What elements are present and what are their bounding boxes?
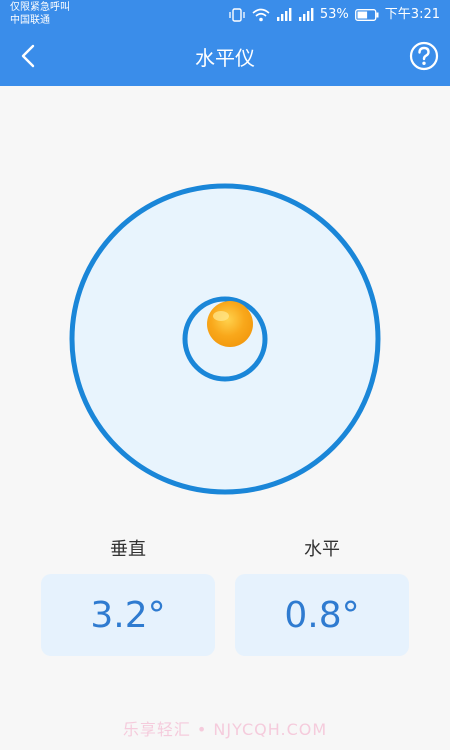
- signal-icon: [298, 8, 314, 22]
- carrier-line1: 仅限紧急呼叫: [10, 2, 70, 13]
- horizontal-value: 0.8°: [284, 594, 360, 636]
- app-bar: 水平仪: [0, 30, 450, 86]
- vertical-value-box: 3.2°: [41, 574, 215, 656]
- battery-percent: 53%: [319, 7, 349, 22]
- carrier-info: 仅限紧急呼叫 中国联通: [10, 1, 70, 27]
- vertical-value: 3.2°: [90, 594, 166, 636]
- page-title: 水平仪: [195, 46, 255, 70]
- battery-icon: [354, 9, 379, 21]
- help-button[interactable]: [408, 41, 440, 75]
- question-circle-icon: [409, 41, 439, 75]
- carrier-line2: 中国联通: [10, 15, 50, 26]
- vibrate-icon: [228, 8, 246, 22]
- horizontal-label: 水平: [304, 539, 340, 560]
- horizontal-value-box: 0.8°: [235, 574, 409, 656]
- wifi-icon: [252, 8, 270, 22]
- status-icons: 53% 下午3:21: [228, 6, 440, 24]
- watermark: 乐享轻汇 • NJYCQH.COM: [122, 720, 328, 739]
- vertical-label: 垂直: [110, 539, 146, 560]
- signal-icon: [276, 8, 292, 22]
- level-bubble: [207, 301, 253, 347]
- bubble-level: [69, 183, 381, 495]
- status-bar: 仅限紧急呼叫 中国联通 53% 下午3:21: [0, 0, 450, 30]
- status-time: 下午3:21: [384, 7, 440, 22]
